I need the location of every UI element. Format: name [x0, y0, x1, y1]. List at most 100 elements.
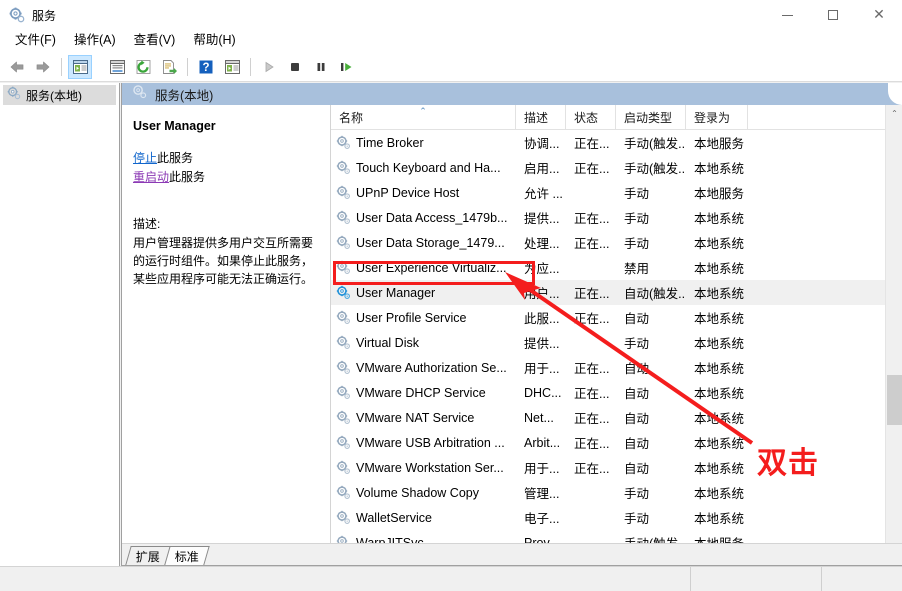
tab-label: 标准 [175, 548, 199, 565]
maximize-icon [828, 10, 838, 20]
table-row[interactable]: Volume Shadow Copy管理...手动本地系统 [331, 480, 902, 505]
table-row[interactable]: User Data Storage_1479...处理...正在...手动本地系… [331, 230, 902, 255]
cell-logon: 本地系统 [686, 258, 748, 277]
service-name-label: User Profile Service [356, 311, 466, 325]
table-row[interactable]: VMware USB Arbitration ...Arbit...正在...自… [331, 430, 902, 455]
cell-service-name: User Manager [331, 285, 516, 300]
table-row[interactable]: WalletService电子...手动本地系统 [331, 505, 902, 530]
cell-startup: 手动 [616, 208, 686, 227]
table-row[interactable]: WarpJITSvcProv...手动(触发...本地服务 [331, 530, 902, 544]
close-button[interactable]: ✕ [856, 0, 902, 30]
vertical-scrollbar[interactable]: ⌃ ⌄ [885, 105, 902, 544]
export-list-icon[interactable] [157, 55, 181, 79]
table-row[interactable]: VMware NAT ServiceNet...正在...自动本地系统 [331, 405, 902, 430]
cell-logon: 本地系统 [686, 483, 748, 502]
cell-status: 正在... [566, 283, 616, 302]
stop-service-link[interactable]: 停止 [133, 151, 157, 165]
view-tabs: 扩展标准 [122, 543, 902, 565]
service-gear-icon [336, 185, 351, 200]
stop-service-link-row[interactable]: 停止此服务 [133, 150, 320, 166]
service-gear-icon [336, 210, 351, 225]
tab-label: 扩展 [136, 548, 160, 565]
show-action-pane-icon[interactable] [220, 55, 244, 79]
table-row[interactable]: VMware DHCP ServiceDHC...正在...自动本地系统 [331, 380, 902, 405]
pane-header-label: 服务(本地) [155, 85, 213, 104]
cell-service-name: VMware USB Arbitration ... [331, 435, 516, 450]
cell-startup: 自动(触发... [616, 283, 686, 302]
cell-logon: 本地系统 [686, 433, 748, 452]
column-header-3[interactable]: 启动类型 [616, 105, 686, 129]
cell-logon: 本地系统 [686, 283, 748, 302]
cell-startup: 手动(触发... [616, 158, 686, 177]
refresh-icon[interactable] [131, 55, 155, 79]
column-header-0[interactable]: 名称⌃ [331, 105, 516, 129]
cell-startup: 禁用 [616, 258, 686, 277]
cell-status: 正在... [566, 408, 616, 427]
cell-logon: 本地系统 [686, 408, 748, 427]
cell-desc: 提供... [516, 208, 566, 227]
column-header-1[interactable]: 描述 [516, 105, 566, 129]
cell-status: 正在... [566, 458, 616, 477]
table-row[interactable]: User Data Access_1479b...提供...正在...手动本地系… [331, 205, 902, 230]
scrollbar-thumb[interactable] [887, 375, 902, 425]
cell-desc: 处理... [516, 233, 566, 252]
column-header-label: 描述 [524, 109, 548, 126]
status-bar [0, 566, 902, 591]
cell-desc: 提供... [516, 333, 566, 352]
column-header-label: 登录为 [694, 109, 730, 126]
start-service-icon[interactable] [257, 55, 281, 79]
table-row[interactable]: UPnP Device Host允许 ...手动本地服务 [331, 180, 902, 205]
service-name-label: UPnP Device Host [356, 186, 459, 200]
table-row[interactable]: Virtual Disk提供...手动本地系统 [331, 330, 902, 355]
tree-node-services-local[interactable]: 服务(本地) [3, 85, 116, 105]
service-name-label: Time Broker [356, 136, 424, 150]
table-row[interactable]: Time Broker协调...正在...手动(触发...本地服务 [331, 130, 902, 155]
cell-startup: 手动 [616, 333, 686, 352]
status-bar-message [0, 567, 690, 591]
menu-view[interactable]: 查看(V) [125, 31, 185, 51]
minimize-button[interactable] [764, 0, 810, 30]
window-controls: ✕ [764, 0, 902, 30]
service-name-label: VMware NAT Service [356, 411, 474, 425]
back-arrow-icon[interactable] [5, 55, 29, 79]
menu-help[interactable]: 帮助(H) [184, 31, 244, 51]
restart-service-link-row[interactable]: 重启动此服务 [133, 169, 320, 185]
stop-service-icon[interactable] [283, 55, 307, 79]
help-icon[interactable]: ? [194, 55, 218, 79]
tab-standard[interactable]: 标准 [164, 546, 209, 565]
cell-desc: 协调... [516, 133, 566, 152]
show-hide-tree-icon[interactable] [68, 55, 92, 79]
forward-arrow-icon[interactable] [31, 55, 55, 79]
stop-service-link-tail: 此服务 [157, 151, 193, 165]
sort-ascending-icon: ⌃ [419, 107, 427, 115]
pause-service-icon[interactable] [309, 55, 333, 79]
service-name-label: User Data Access_1479b... [356, 211, 507, 225]
maximize-button[interactable] [810, 0, 856, 30]
menu-action[interactable]: 操作(A) [65, 31, 125, 51]
status-bar-section-3 [822, 567, 902, 591]
table-row[interactable]: VMware Workstation Ser...用于...正在...自动本地系… [331, 455, 902, 480]
cell-logon: 本地服务 [686, 183, 748, 202]
service-gear-icon [336, 335, 351, 350]
menu-file[interactable]: 文件(F) [6, 31, 65, 51]
detail-service-title: User Manager [133, 119, 320, 133]
restart-service-icon[interactable] [335, 55, 359, 79]
cell-service-name: WalletService [331, 510, 516, 525]
table-row[interactable]: User Experience Virtualiz...为应...禁用本地系统 [331, 255, 902, 280]
cell-desc: 用于... [516, 358, 566, 377]
console-tree-pane: 服务(本地) [0, 83, 120, 566]
table-row[interactable]: User Manager用户...正在...自动(触发...本地系统 [331, 280, 902, 305]
cell-desc: 启用... [516, 158, 566, 177]
properties-icon[interactable] [105, 55, 129, 79]
cell-status: 正在... [566, 433, 616, 452]
close-icon: ✕ [873, 8, 885, 22]
scroll-up-arrow-icon[interactable]: ⌃ [886, 105, 902, 122]
table-row[interactable]: VMware Authorization Se...用于...正在...自动本地… [331, 355, 902, 380]
table-row[interactable]: User Profile Service此服...正在...自动本地系统 [331, 305, 902, 330]
table-row[interactable]: Touch Keyboard and Ha...启用...正在...手动(触发.… [331, 155, 902, 180]
column-header-4[interactable]: 登录为 [686, 105, 748, 129]
cell-status: 正在... [566, 358, 616, 377]
restart-service-link[interactable]: 重启动 [133, 170, 169, 184]
service-name-label: User Experience Virtualiz... [356, 261, 507, 275]
column-header-2[interactable]: 状态 [566, 105, 616, 129]
